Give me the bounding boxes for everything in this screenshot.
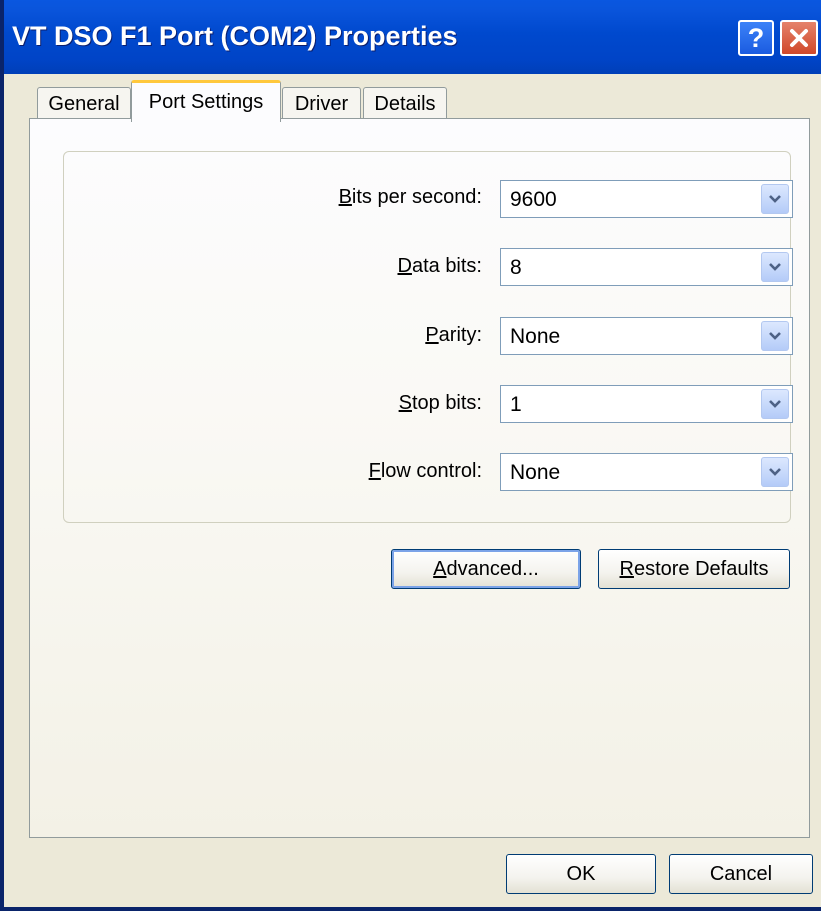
port-settings-panel: Bits per second: 9600 Data bits: 8 Parit… (29, 118, 810, 838)
stop-bits-select[interactable]: 1 (500, 385, 793, 423)
tab-driver[interactable]: Driver (282, 87, 361, 121)
dropdown-button[interactable] (761, 184, 789, 214)
bits-per-second-value: 9600 (510, 188, 557, 211)
parity-select[interactable]: None (500, 317, 793, 355)
tab-label: Details (374, 93, 436, 115)
chevron-down-icon (769, 263, 781, 271)
ok-button[interactable]: OK (506, 854, 656, 894)
properties-dialog: VT DSO F1 Port (COM2) Properties ? Gener… (0, 0, 821, 911)
data-bits-select[interactable]: 8 (500, 248, 793, 286)
chevron-down-icon (769, 468, 781, 476)
stop-bits-value: 1 (510, 393, 522, 416)
tab-label: General (48, 93, 120, 115)
settings-group: Bits per second: 9600 Data bits: 8 Parit… (63, 151, 793, 523)
tab-details[interactable]: Details (363, 87, 447, 121)
advanced-button[interactable]: Advanced... (391, 549, 581, 589)
close-icon (790, 29, 808, 47)
data-bits-value: 8 (510, 256, 522, 279)
dropdown-button[interactable] (761, 252, 789, 282)
parity-label: Parity: (425, 324, 482, 346)
title-bar[interactable]: VT DSO F1 Port (COM2) Properties ? (4, 0, 821, 74)
window-title: VT DSO F1 Port (COM2) Properties (12, 21, 458, 51)
restore-defaults-button[interactable]: Restore Defaults (598, 549, 790, 589)
dropdown-button[interactable] (761, 389, 789, 419)
cancel-button[interactable]: Cancel (669, 854, 813, 894)
chevron-down-icon (769, 195, 781, 203)
flow-control-value: None (510, 461, 561, 484)
tab-label: Port Settings (148, 91, 264, 113)
flow-control-select[interactable]: None (500, 453, 793, 491)
flow-control-label: Flow control: (368, 460, 482, 482)
close-button[interactable] (780, 20, 818, 56)
bits-per-second-label: Bits per second: (338, 186, 482, 208)
cancel-label: Cancel (709, 862, 773, 885)
ok-label: OK (566, 862, 596, 885)
help-icon: ? (747, 22, 765, 53)
tab-port-settings[interactable]: Port Settings (131, 80, 281, 122)
tab-general[interactable]: General (37, 87, 131, 121)
bits-per-second-select[interactable]: 9600 (500, 180, 793, 218)
tab-strip: General Port Settings Driver Details (4, 80, 821, 122)
data-bits-label: Data bits: (397, 255, 483, 277)
tab-label: Driver (294, 93, 349, 115)
dropdown-button[interactable] (761, 457, 789, 487)
parity-value: None (510, 325, 561, 348)
chevron-down-icon (769, 332, 781, 340)
chevron-down-icon (769, 400, 781, 408)
dropdown-button[interactable] (761, 321, 789, 351)
stop-bits-label: Stop bits: (398, 392, 482, 414)
help-button[interactable]: ? (738, 20, 774, 56)
